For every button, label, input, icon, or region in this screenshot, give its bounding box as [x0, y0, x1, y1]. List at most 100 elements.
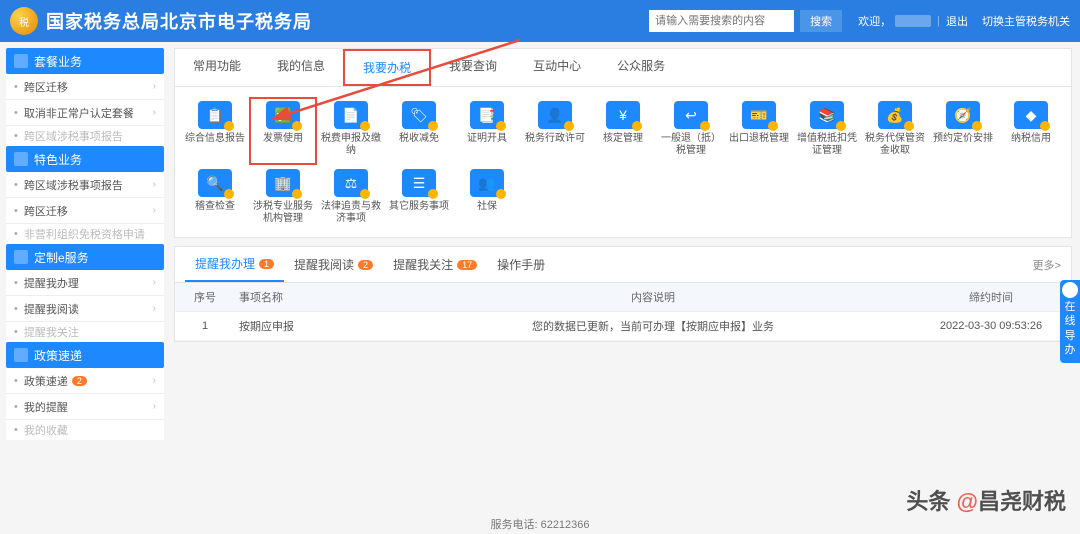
service-label: 稽查检查: [181, 201, 249, 223]
service-item[interactable]: 🏢涉税专业服务机构管理: [249, 165, 317, 233]
sidebar-item[interactable]: 我的收藏: [6, 420, 164, 440]
sidebar-item[interactable]: 跨区域涉税事项报告: [6, 126, 164, 146]
service-item[interactable]: 📚增值税抵扣凭证管理: [793, 97, 861, 165]
service-item[interactable]: 🎫出口退税管理: [725, 97, 793, 165]
service-item[interactable]: 💰税务代保管资金收取: [861, 97, 929, 165]
sidebar-group-policy[interactable]: 政策速递: [6, 342, 164, 368]
chevron-right-icon: ›: [153, 107, 156, 118]
alert-tab[interactable]: 提醒我办理1: [185, 247, 284, 282]
service-item[interactable]: ⚖法律追责与救济事项: [317, 165, 385, 233]
user-name-masked: [895, 15, 931, 27]
th-desc: 内容说明: [395, 283, 911, 312]
sidebar-item[interactable]: 跨区迁移›: [6, 74, 164, 100]
sidebar-group-label: 定制e服务: [34, 249, 89, 266]
more-link[interactable]: 更多>: [1033, 257, 1061, 273]
service-icon: 🧭: [946, 101, 980, 129]
sidebar-item[interactable]: 跨区域涉税事项报告›: [6, 172, 164, 198]
top-tab[interactable]: 我要办税: [343, 49, 431, 86]
switch-authority-link[interactable]: 切换主管税务机关: [982, 13, 1070, 29]
tax-logo-icon: 税: [10, 7, 38, 35]
sidebar-group-special[interactable]: 特色业务: [6, 146, 164, 172]
service-item[interactable]: ↩ 一般退（抵）税管理: [657, 97, 725, 165]
search-input[interactable]: [649, 10, 794, 32]
service-item[interactable]: ✅发票使用: [249, 97, 317, 165]
service-label: 综合信息报告: [181, 133, 249, 155]
main-content: 常用功能我的信息我要办税我要查询互动中心公众服务 📋综合信息报告✅发票使用📄税费…: [170, 42, 1080, 516]
service-label: 税收减免: [385, 133, 453, 155]
service-item[interactable]: 🔍稽查检查: [181, 165, 249, 233]
top-tab[interactable]: 公众服务: [599, 49, 683, 86]
search-button[interactable]: 搜索: [800, 10, 842, 32]
service-label: 纳税信用: [997, 133, 1065, 155]
service-label: 核定管理: [589, 133, 657, 155]
app-header: 税 国家税务总局北京市电子税务局 搜索 欢迎， | 退出 切换主管税务机关: [0, 0, 1080, 42]
sidebar-item-label: 提醒我阅读: [24, 301, 79, 317]
service-icon: 💰: [878, 101, 912, 129]
service-icon: ¥: [606, 101, 640, 129]
sidebar-group-eservice[interactable]: 定制e服务: [6, 244, 164, 270]
chevron-right-icon: ›: [153, 401, 156, 412]
top-tab[interactable]: 我要查询: [431, 49, 515, 86]
assistant-avatar-icon: [1062, 282, 1078, 298]
service-item[interactable]: 👥社保: [453, 165, 521, 233]
sidebar-item[interactable]: 跨区迁移 ›: [6, 198, 164, 224]
top-tab[interactable]: 我的信息: [259, 49, 343, 86]
alert-tab[interactable]: 提醒我阅读2: [284, 248, 383, 281]
table-row[interactable]: 1按期应申报您的数据已更新，当前可办理【按期应申报】业务2022-03-30 0…: [175, 312, 1071, 341]
service-label: 一般退（抵）税管理: [657, 133, 725, 157]
sidebar-item[interactable]: 政策速递2›: [6, 368, 164, 394]
watermark-prefix: 头条: [906, 489, 956, 514]
count-badge: 17: [457, 260, 477, 270]
logout-link[interactable]: 退出: [946, 13, 968, 29]
service-grid: 📋综合信息报告✅发票使用📄税费申报及缴纳🏷税收减免📑证明开具👤税务行政许可 ¥ 核定…: [175, 87, 1071, 237]
alerts-card: 提醒我办理1提醒我阅读2提醒我关注17操作手册更多> 序号 事项名称 内容说明 …: [174, 246, 1072, 342]
alert-tab[interactable]: 操作手册: [487, 248, 555, 281]
sidebar-item-label: 跨区迁移: [24, 203, 68, 219]
service-item[interactable]: 📄税费申报及缴纳: [317, 97, 385, 165]
service-icon: 📄: [334, 101, 368, 129]
chevron-right-icon: ›: [153, 375, 156, 386]
service-icon: ↩: [674, 101, 708, 129]
alert-tab-label: 提醒我阅读: [294, 256, 354, 273]
sidebar-group-label: 套餐业务: [34, 53, 82, 70]
sidebar-item[interactable]: 非营利组织免税资格申请: [6, 224, 164, 244]
service-label: 涉税专业服务机构管理: [249, 201, 317, 225]
welcome-label: 欢迎，: [858, 13, 891, 29]
watermark-at: @: [957, 489, 978, 514]
service-item[interactable]: 🏷税收减免: [385, 97, 453, 165]
alert-tab-label: 提醒我关注: [393, 256, 453, 273]
service-label: 社保: [453, 201, 521, 223]
online-help-label: 在线导办: [1065, 301, 1076, 356]
alert-tab[interactable]: 提醒我关注 17: [383, 248, 487, 281]
service-label: 发票使用: [249, 133, 317, 155]
cell-time: 2022-03-30 09:53:26: [911, 312, 1071, 341]
star-icon: [14, 152, 28, 166]
sidebar-item[interactable]: 取消非正常户认定套餐›: [6, 100, 164, 126]
header-right: 搜索 欢迎， | 退出 切换主管税务机关: [649, 10, 1070, 32]
sidebar-item[interactable]: 我的提醒›: [6, 394, 164, 420]
service-label: 法律追责与救济事项: [317, 201, 385, 225]
top-tab[interactable]: 常用功能: [175, 49, 259, 86]
service-label: 出口退税管理: [725, 133, 793, 155]
top-tab[interactable]: 互动中心: [515, 49, 599, 86]
service-item[interactable]: ¥ 核定管理: [589, 97, 657, 165]
service-item[interactable]: 📋综合信息报告: [181, 97, 249, 165]
service-label: 预约定价安排: [929, 133, 997, 155]
site-title: 国家税务总局北京市电子税务局: [46, 8, 312, 34]
cell-seq: 1: [175, 312, 235, 341]
cell-desc: 您的数据已更新，当前可办理【按期应申报】业务: [395, 312, 911, 341]
service-item[interactable]: ◆纳税信用: [997, 97, 1065, 165]
sidebar-group-packages[interactable]: 套餐业务: [6, 48, 164, 74]
sidebar-item[interactable]: 提醒我阅读›: [6, 296, 164, 322]
service-item[interactable]: 📑证明开具: [453, 97, 521, 165]
chevron-right-icon: ›: [153, 205, 156, 216]
service-item[interactable]: ☰其它服务事项: [385, 165, 453, 233]
sidebar-item[interactable]: 提醒我关注: [6, 322, 164, 342]
sidebar-item[interactable]: 提醒我办理›: [6, 270, 164, 296]
footer: 服务电话: 62212366: [0, 516, 1080, 534]
alert-tabs: 提醒我办理1提醒我阅读2 提醒我关注 17 操作手册 更多>: [175, 247, 1071, 283]
service-item[interactable]: 👤税务行政许可: [521, 97, 589, 165]
service-item[interactable]: 🧭 预约定价安排: [929, 97, 997, 165]
service-label: 证明开具: [453, 133, 521, 155]
online-help-tab[interactable]: 在线导办: [1060, 280, 1080, 363]
